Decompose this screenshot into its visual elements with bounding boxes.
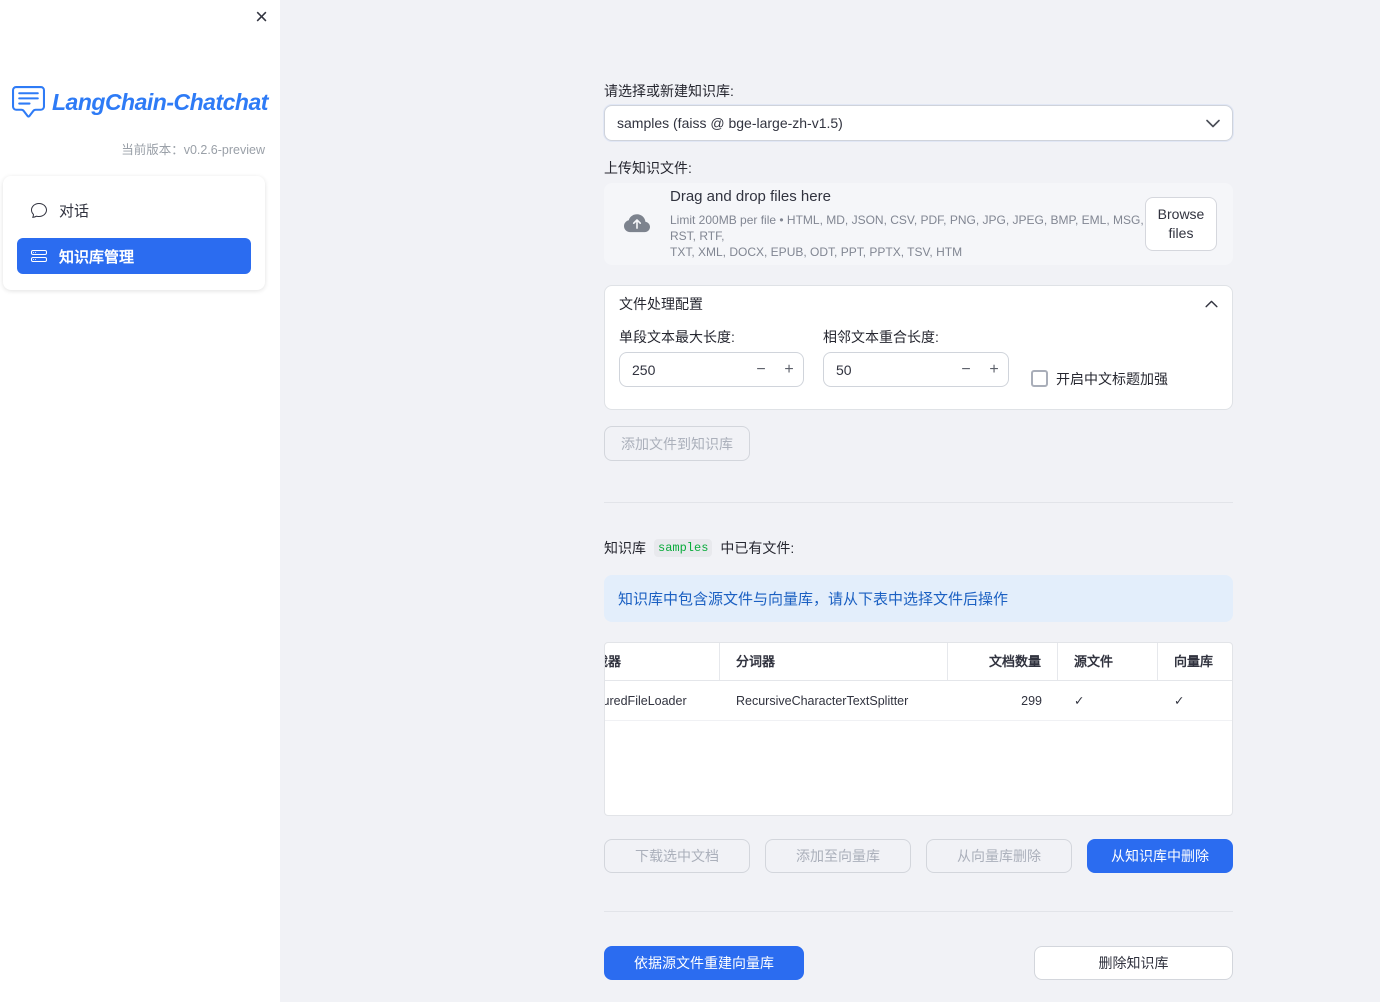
sidebar-menu: 对话 知识库管理 [3,176,265,290]
main-content: 请选择或新建知识库: samples (faiss @ bge-large-zh… [604,0,1233,980]
delete-from-kb-button[interactable]: 从知识库中删除 [1087,839,1233,873]
kb-files-suffix: 中已有文件: [720,540,795,556]
info-alert-text: 知识库中包含源文件与向量库，请从下表中选择文件后操作 [618,591,1009,608]
logo-chat-icon [12,86,45,119]
overlap-label: 相邻文本重合长度: [823,329,939,345]
overlap-value: 50 [836,361,852,378]
info-alert: 知识库中包含源文件与向量库，请从下表中选择文件后操作 [604,575,1233,622]
menu-item-label: 知识库管理 [59,248,135,266]
browse-files-button[interactable]: Browse files [1145,197,1217,251]
add-to-vector-store-button[interactable]: 添加至向量库 [765,839,911,873]
cell-splitter: RecursiveCharacterTextSplitter [736,694,909,708]
page: × LangChain-Chatchat 当前版本：v0.2.6-preview… [0,0,1380,1002]
bottom-actions-row: 依据源文件重建向量库 删除知识库 [604,946,1233,980]
uploader-title: Drag and drop files here [670,188,831,205]
table-header-splitter[interactable]: 分词器 [720,643,948,680]
max-length-value: 250 [632,361,656,378]
expander-title: 文件处理配置 [619,296,703,312]
kb-files-prefix: 知识库 [604,540,646,556]
plus-button[interactable]: + [980,353,1008,386]
menu-item-knowledge-base[interactable]: 知识库管理 [17,238,251,274]
kb-select-value: samples (faiss @ bge-large-zh-v1.5) [617,115,843,131]
expander-body: 单段文本最大长度: 250 − + 相邻文本重合长度: 50 − + 开启中文标… [605,322,1232,409]
download-selected-button[interactable]: 下载选中文档 [604,839,750,873]
file-config-expander: 文件处理配置 单段文本最大长度: 250 − + 相邻文本重合长度: 50 − … [604,285,1233,410]
minus-button[interactable]: − [747,353,775,386]
kb-files-table-scroll[interactable]: 文档加载器 分词器 文档数量 源文件 向量库 UnstructuredFileL… [604,643,1232,721]
delete-kb-button[interactable]: 删除知识库 [1034,946,1233,980]
zh-title-checkbox-label: 开启中文标题加强 [1056,370,1168,387]
max-length-stepper[interactable]: 250 − + [619,352,804,387]
expander-header[interactable]: 文件处理配置 [605,286,1232,322]
kb-name-code: samples [654,539,712,557]
logo: LangChain-Chatchat [0,86,280,119]
file-uploader-dropzone[interactable]: Drag and drop files here Limit 200MB per… [604,183,1233,265]
cell-doc-count: 299 [1021,694,1042,708]
menu-item-dialogue[interactable]: 对话 [17,192,251,228]
plus-button[interactable]: + [775,353,803,386]
kb-select[interactable]: samples (faiss @ bge-large-zh-v1.5) [604,105,1233,141]
chat-bubble-icon [31,202,47,218]
sidebar-close-button[interactable]: × [255,4,268,30]
chevron-up-icon [1205,300,1218,308]
uploader-limits-line2: TXT, XML, DOCX, EPUB, ODT, PPT, PPTX, TS… [670,245,963,259]
overlap-stepper[interactable]: 50 − + [823,352,1009,387]
zh-title-check-row: 开启中文标题加强 [1031,361,1168,396]
kb-files-table: 文档加载器 分词器 文档数量 源文件 向量库 UnstructuredFileL… [604,642,1233,816]
version-label: 当前版本：v0.2.6-preview [121,143,265,157]
menu-item-label: 对话 [59,202,90,220]
add-files-to-kb-button[interactable]: 添加文件到知识库 [604,426,750,461]
sidebar: × LangChain-Chatchat 当前版本：v0.2.6-preview… [0,0,280,1002]
table-header-source-file[interactable]: 源文件 [1058,643,1158,680]
minus-button[interactable]: − [952,353,980,386]
table-header-row: 文档加载器 分词器 文档数量 源文件 向量库 [605,643,1232,681]
kb-files-line: 知识库 samples 中已有文件: [604,538,1233,558]
logo-text: LangChain-Chatchat [52,89,268,115]
zh-title-checkbox[interactable] [1031,370,1048,387]
cell-vector-store-check: ✓ [1174,694,1185,708]
max-length-label: 单段文本最大长度: [619,329,735,345]
cloud-upload-icon [620,211,654,237]
divider [604,911,1233,912]
chevron-down-icon [1206,119,1220,128]
cell-loader: UnstructuredFileLoader [604,694,687,708]
table-header-doc-count[interactable]: 文档数量 [948,643,1058,680]
table-header-vector-store[interactable]: 向量库 [1158,643,1232,680]
max-length-field: 单段文本最大长度: 250 − + [619,329,804,396]
uploader-texts: Drag and drop files here Limit 200MB per… [670,188,1145,260]
divider [604,502,1233,503]
uploader-limits: Limit 200MB per file • HTML, MD, JSON, C… [670,212,1145,260]
upload-label: 上传知识文件: [604,160,692,176]
table-row[interactable]: UnstructuredFileLoader RecursiveCharacte… [604,681,1232,721]
file-actions-row: 下载选中文档 添加至向量库 从向量库删除 从知识库中删除 [604,839,1233,873]
stack-icon [31,248,47,264]
uploader-limits-line1: Limit 200MB per file • HTML, MD, JSON, C… [670,213,1144,243]
kb-select-label: 请选择或新建知识库: [604,83,734,99]
cell-source-file-check: ✓ [1074,694,1085,708]
rebuild-vector-store-button[interactable]: 依据源文件重建向量库 [604,946,804,980]
delete-from-vector-store-button[interactable]: 从向量库删除 [926,839,1072,873]
overlap-field: 相邻文本重合长度: 50 − + [823,329,1009,396]
table-header-loader[interactable]: 文档加载器 [605,643,720,680]
